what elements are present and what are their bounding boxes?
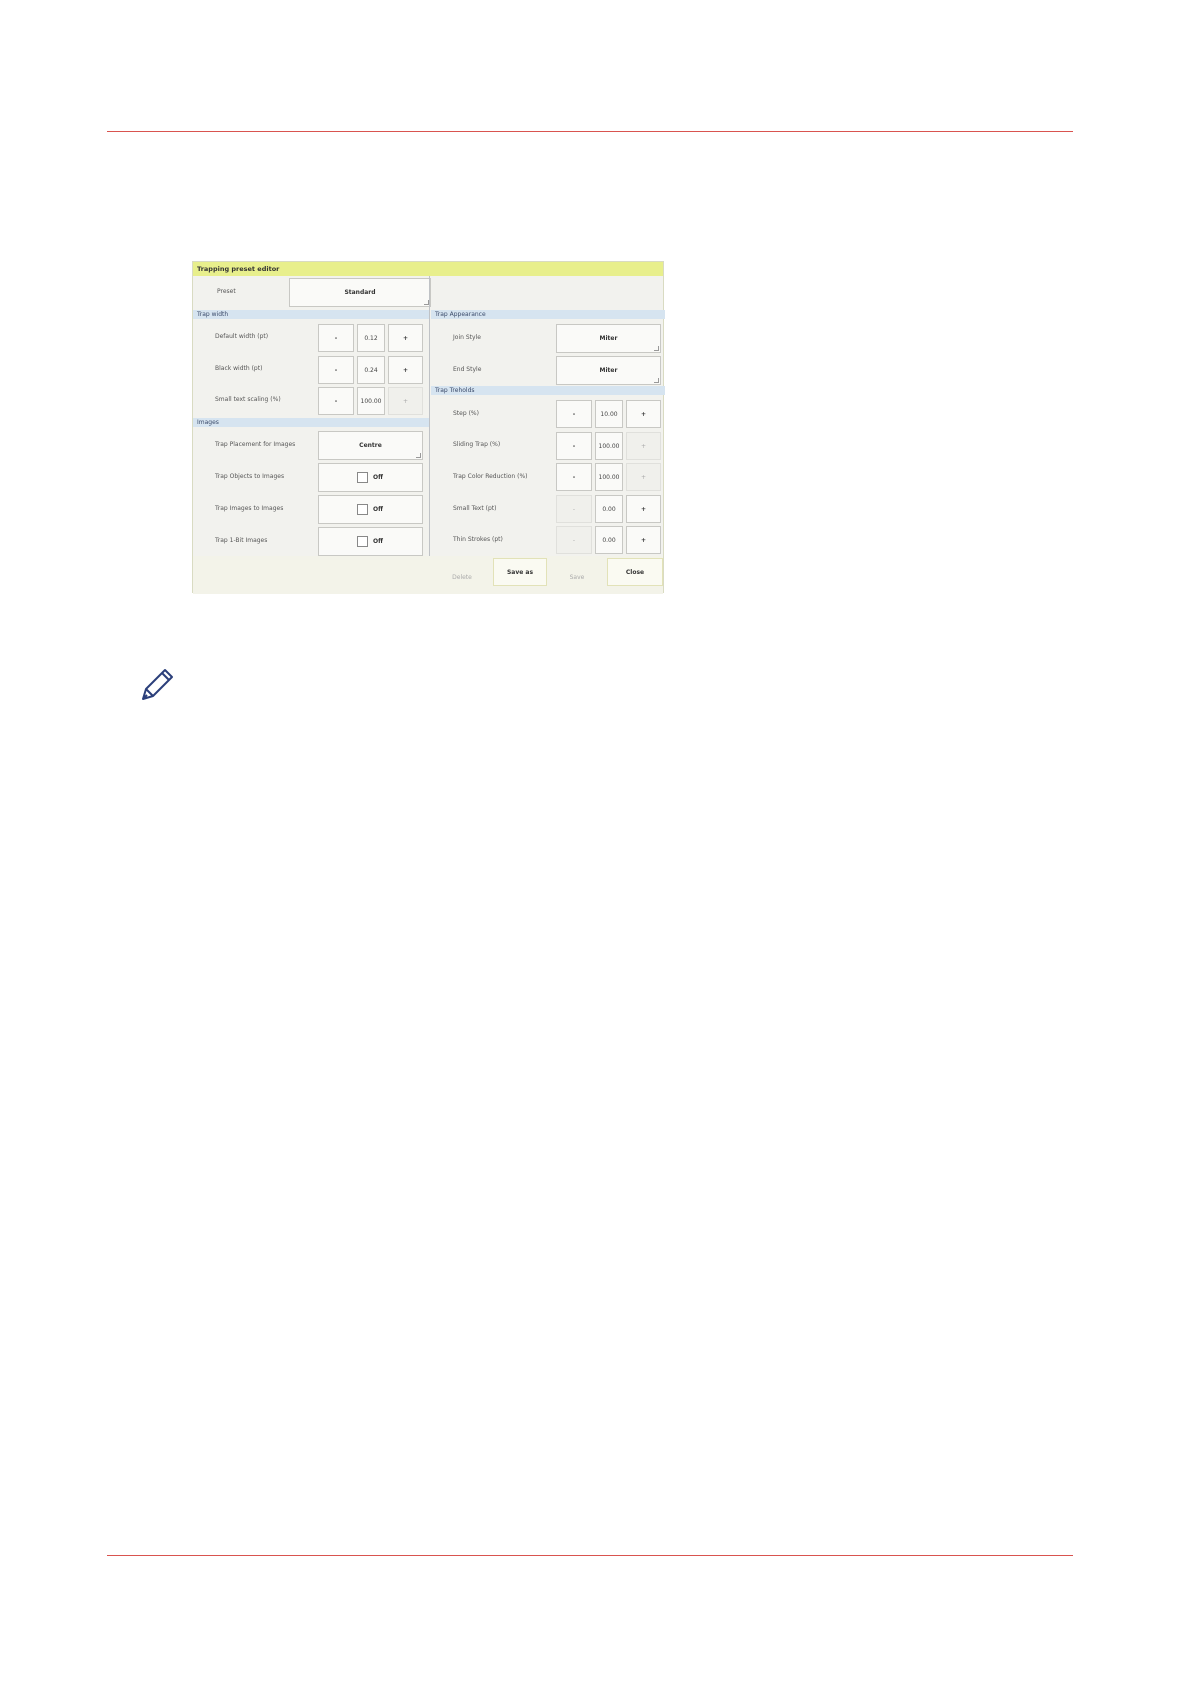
black-width-plus-button[interactable]: + — [388, 356, 423, 384]
trap-color-reduction-minus-button[interactable]: - — [556, 463, 592, 491]
toggle-state: Off — [373, 474, 383, 481]
trap-placement-label: Trap Placement for Images — [215, 441, 296, 448]
save-as-button[interactable]: Save as — [493, 558, 547, 586]
small-text-label: Small Text (pt) — [453, 505, 497, 512]
trap-width-header: Trap width — [193, 310, 429, 319]
trap-1bit-images-toggle[interactable]: Off — [318, 527, 423, 556]
end-style-label: End Style — [453, 366, 482, 373]
sliding-trap-label: Sliding Trap (%) — [453, 441, 501, 448]
sliding-trap-minus-button[interactable]: - — [556, 432, 592, 460]
small-text-scaling-label: Small text scaling (%) — [215, 396, 281, 403]
preset-select[interactable]: Standard — [289, 278, 431, 307]
end-style-select[interactable]: Miter — [556, 356, 661, 385]
checkbox-icon — [357, 536, 368, 547]
default-width-minus-button[interactable]: - — [318, 324, 354, 352]
delete-button[interactable]: Delete — [436, 563, 488, 591]
trap-color-reduction-label: Trap Color Reduction (%) — [453, 473, 528, 480]
thin-strokes-label: Thin Strokes (pt) — [453, 536, 503, 543]
checkbox-icon — [357, 472, 368, 483]
trap-color-reduction-plus-button[interactable]: + — [626, 463, 661, 491]
trap-color-reduction-value[interactable]: 100.00 — [595, 463, 623, 491]
preset-label: Preset — [217, 288, 236, 295]
trap-1bit-images-label: Trap 1-Bit Images — [215, 537, 268, 544]
step-minus-button[interactable]: - — [556, 400, 592, 428]
default-width-plus-button[interactable]: + — [388, 324, 423, 352]
step-label: Step (%) — [453, 410, 479, 417]
thin-strokes-value[interactable]: 0.00 — [595, 526, 623, 554]
join-style-select[interactable]: Miter — [556, 324, 661, 353]
small-text-plus-button[interactable]: + — [626, 495, 661, 523]
default-width-label: Default width (pt) — [215, 333, 269, 340]
trap-placement-select[interactable]: Centre — [318, 431, 423, 460]
trap-objects-to-images-toggle[interactable]: Off — [318, 463, 423, 492]
black-width-minus-button[interactable]: - — [318, 356, 354, 384]
small-text-scaling-plus-button[interactable]: + — [388, 387, 423, 415]
trap-objects-to-images-label: Trap Objects to Images — [215, 473, 285, 480]
footer-rule — [107, 1555, 1073, 1556]
trapping-preset-editor-dialog: Trapping preset editor Preset Standard T… — [192, 261, 665, 594]
dialog-footer: Delete Save as Save Close — [193, 556, 663, 594]
black-width-value[interactable]: 0.24 — [357, 356, 385, 384]
sliding-trap-plus-button[interactable]: + — [626, 432, 661, 460]
header-rule — [107, 131, 1073, 132]
sliding-trap-value[interactable]: 100.00 — [595, 432, 623, 460]
join-style-label: Join Style — [453, 334, 481, 341]
step-value[interactable]: 10.00 — [595, 400, 623, 428]
black-width-label: Black width (pt) — [215, 365, 263, 372]
trap-images-to-images-toggle[interactable]: Off — [318, 495, 423, 524]
pencil-icon — [142, 669, 173, 700]
thin-strokes-minus-button[interactable]: - — [556, 526, 592, 554]
trap-images-to-images-label: Trap Images to Images — [215, 505, 284, 512]
images-header: Images — [193, 418, 429, 427]
default-width-value[interactable]: 0.12 — [357, 324, 385, 352]
trap-thresholds-header: Trap Treholds — [431, 386, 665, 395]
toggle-state: Off — [373, 538, 383, 545]
trap-appearance-header: Trap Appearance — [431, 310, 665, 319]
close-button[interactable]: Close — [607, 558, 663, 586]
small-text-scaling-value[interactable]: 100.00 — [357, 387, 385, 415]
step-plus-button[interactable]: + — [626, 400, 661, 428]
toggle-state: Off — [373, 506, 383, 513]
small-text-scaling-minus-button[interactable]: - — [318, 387, 354, 415]
checkbox-icon — [357, 504, 368, 515]
thin-strokes-plus-button[interactable]: + — [626, 526, 661, 554]
column-divider — [429, 276, 430, 594]
dialog-title: Trapping preset editor — [193, 262, 663, 276]
save-button[interactable]: Save — [551, 563, 603, 591]
small-text-minus-button[interactable]: - — [556, 495, 592, 523]
small-text-value[interactable]: 0.00 — [595, 495, 623, 523]
